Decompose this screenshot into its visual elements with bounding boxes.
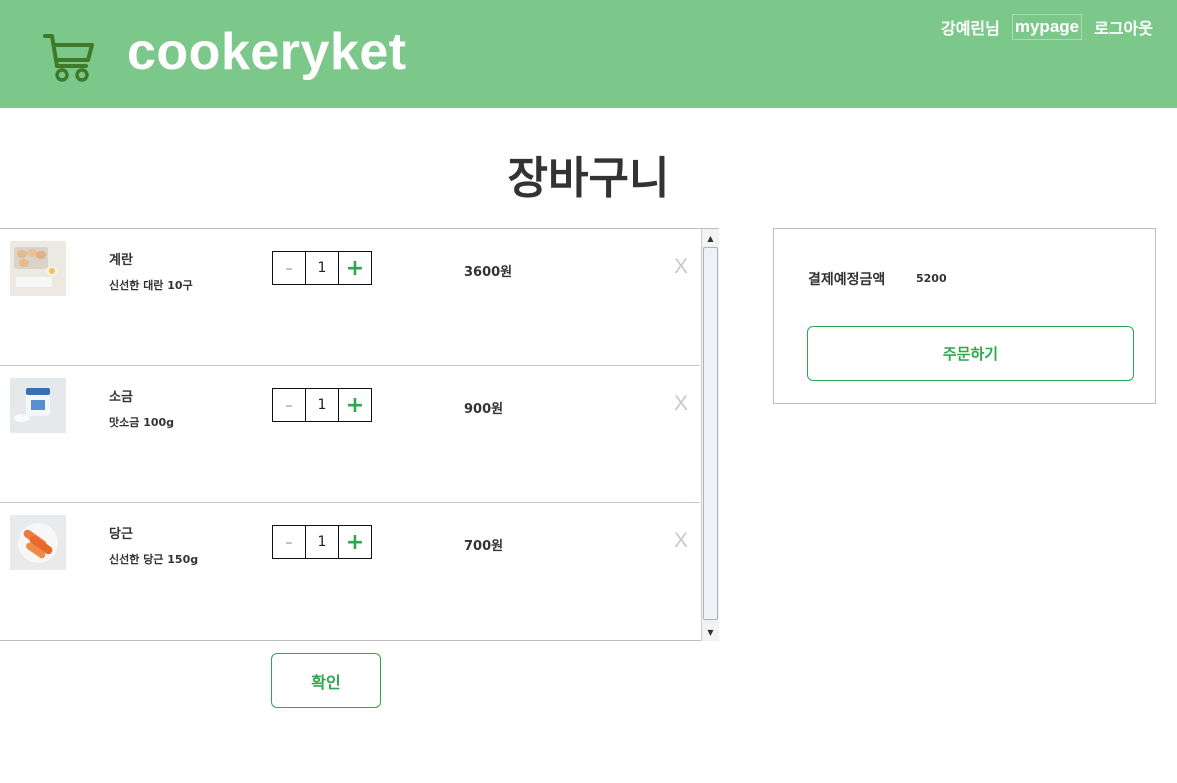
page-title: 장바구니: [507, 153, 670, 204]
decrease-button[interactable]: -: [273, 526, 306, 558]
carrot-thumbnail: [10, 515, 66, 570]
item-name: 소금: [109, 390, 133, 405]
logout-link[interactable]: 로그아웃: [1094, 15, 1153, 39]
decrease-button[interactable]: -: [273, 252, 306, 284]
item-description: 맛소금 100g: [109, 416, 175, 429]
quantity-value: 1: [317, 260, 327, 276]
quantity-stepper: - 1 +: [272, 525, 372, 559]
increase-button[interactable]: +: [338, 526, 371, 558]
order-summary: 결제예정금액 5200 주문하기: [773, 228, 1156, 404]
item-price: 3600원: [464, 265, 513, 280]
item-description: 신선한 대란 10구: [109, 279, 193, 292]
item-price: 900원: [464, 402, 504, 417]
decrease-button[interactable]: -: [273, 389, 306, 421]
scroll-down-icon[interactable]: ▼: [703, 624, 718, 640]
quantity-value: 1: [317, 397, 327, 413]
user-name: 강예린님: [940, 19, 1000, 38]
item-name: 당근: [109, 527, 133, 542]
summary-amount: 5200: [916, 272, 947, 285]
item-price: 700원: [464, 539, 504, 554]
cart-list: 계란 신선한 대란 10구 - 1 + 3600원 X 소금 맛소금 100g …: [0, 228, 719, 641]
logo-text[interactable]: cookeryket: [127, 22, 407, 82]
quantity-stepper: - 1 +: [272, 388, 372, 422]
quantity-value: 1: [317, 534, 327, 550]
scroll-up-icon[interactable]: ▲: [703, 230, 718, 246]
cart-scrollbar[interactable]: ▲ ▼: [701, 229, 719, 641]
confirm-button[interactable]: 확인: [271, 653, 381, 708]
item-name: 계란: [109, 253, 133, 268]
remove-item-button[interactable]: X: [674, 529, 688, 553]
quantity-stepper: - 1 +: [272, 251, 372, 285]
eggs-thumbnail: [10, 241, 66, 296]
increase-button[interactable]: +: [338, 252, 371, 284]
header-bar: cookeryket 강예린님 mypage 로그아웃: [0, 0, 1177, 108]
cart-item: 계란 신선한 대란 10구 - 1 + 3600원 X: [0, 229, 700, 366]
order-button[interactable]: 주문하기: [807, 326, 1134, 381]
mypage-link[interactable]: mypage: [1011, 14, 1083, 40]
shopping-cart-icon[interactable]: [42, 30, 96, 84]
remove-item-button[interactable]: X: [674, 255, 688, 279]
cart-item: 소금 맛소금 100g - 1 + 900원 X: [0, 366, 700, 503]
summary-label: 결제예정금액: [808, 272, 886, 288]
scroll-thumb[interactable]: [703, 247, 718, 620]
increase-button[interactable]: +: [338, 389, 371, 421]
top-nav: 강예린님 mypage 로그아웃: [941, 14, 1153, 40]
remove-item-button[interactable]: X: [674, 392, 688, 416]
salt-thumbnail: [10, 378, 66, 433]
cart-item: 당근 신선한 당근 150g - 1 + 700원 X: [0, 503, 700, 640]
item-description: 신선한 당근 150g: [109, 553, 199, 566]
